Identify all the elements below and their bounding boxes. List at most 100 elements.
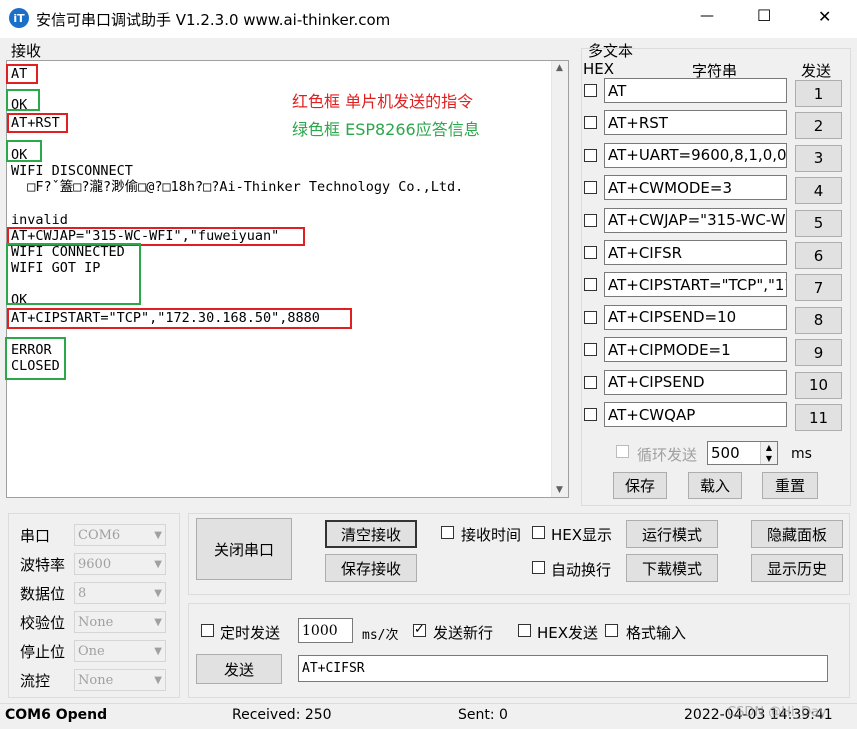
multi-row-text: AT+CIPMODE=1	[608, 340, 731, 359]
multi-row-send-button[interactable]: 7	[795, 274, 842, 302]
multi-row-hex-checkbox[interactable]	[584, 84, 597, 97]
save-multi-button[interactable]: 保存	[613, 472, 667, 499]
parity-label: 校验位	[20, 614, 66, 632]
multi-row-send-button[interactable]: 4	[795, 177, 842, 205]
multi-row-hex-checkbox[interactable]	[584, 148, 597, 162]
multi-row-send-button[interactable]: 10	[795, 371, 842, 399]
timed-send-label: 定时发送	[220, 624, 281, 642]
multi-row-hex-checkbox[interactable]	[584, 213, 597, 227]
multi-row-send-button[interactable]: 6	[795, 242, 842, 269]
multi-row-hex-checkbox[interactable]	[584, 278, 597, 292]
interval-unit-label: ms/次	[362, 628, 399, 643]
multi-row-send-button[interactable]: 2	[795, 112, 842, 140]
multi-row-send-button[interactable]: 8	[795, 306, 842, 334]
multi-row-hex-checkbox[interactable]	[584, 181, 597, 195]
maximize-button[interactable]: ☐	[757, 6, 771, 25]
multi-row-input[interactable]: AT+UART=9600,8,1,0,0	[604, 142, 787, 168]
multi-row-input[interactable]: AT	[604, 78, 787, 103]
baud-value: 9600	[78, 556, 112, 572]
multi-row-input[interactable]: AT+CIPSTART="TCP","172	[604, 272, 787, 298]
annotation-green-box	[6, 89, 40, 111]
multi-row-input[interactable]: AT+CIFSR	[604, 240, 787, 265]
stop-bits-value: One	[78, 643, 105, 659]
data-bits-select[interactable]: 8 ▼	[74, 582, 166, 604]
multi-row-hex-checkbox[interactable]	[584, 116, 597, 130]
annotation-green-box	[6, 243, 141, 305]
close-port-button[interactable]: 关闭串口	[196, 518, 292, 580]
loop-spinner[interactable]: ▲ ▼	[760, 442, 777, 464]
run-mode-button[interactable]: 运行模式	[626, 520, 718, 548]
multi-row-send-button[interactable]: 3	[795, 144, 842, 172]
hex-send-checkbox[interactable]	[518, 624, 531, 637]
spinner-down-icon[interactable]: ▼	[761, 453, 777, 464]
multi-row-input[interactable]: AT+CWQAP	[604, 402, 787, 427]
timed-send-checkbox[interactable]	[201, 624, 214, 637]
save-receive-button[interactable]: 保存接收	[325, 554, 417, 582]
multi-row-hex-checkbox[interactable]	[584, 375, 597, 389]
receive-label: 接收	[11, 42, 42, 60]
multi-row-text: AT+CIPSTART="TCP","172	[608, 275, 787, 294]
multi-row-hex-checkbox[interactable]	[584, 246, 597, 259]
load-multi-button[interactable]: 载入	[688, 472, 742, 499]
multi-row-hex-checkbox[interactable]	[584, 408, 597, 421]
port-select[interactable]: COM6 ▼	[74, 524, 166, 546]
send-text-input[interactable]: AT+CIFSR	[298, 655, 828, 682]
loop-send-label: 循环发送	[637, 446, 698, 464]
send-group	[188, 603, 850, 698]
multi-row-send-button[interactable]: 1	[795, 80, 842, 107]
send-interval-value: 1000	[302, 622, 338, 639]
baud-select[interactable]: 9600 ▼	[74, 553, 166, 575]
send-interval-input[interactable]: 1000	[298, 618, 353, 643]
annotation-green-box	[6, 140, 42, 162]
multi-row-input[interactable]: AT+CIPMODE=1	[604, 337, 787, 363]
status-received: Received: 250	[232, 707, 332, 723]
hex-show-checkbox[interactable]	[532, 526, 545, 539]
format-input-checkbox[interactable]	[605, 624, 618, 637]
stop-bits-label: 停止位	[20, 643, 66, 661]
clear-receive-button[interactable]: 清空接收	[325, 520, 417, 548]
parity-select[interactable]: None ▼	[74, 611, 166, 633]
annotation-green-box	[5, 337, 66, 380]
close-button[interactable]: ✕	[818, 7, 831, 26]
scroll-up-icon[interactable]: ▲	[556, 63, 563, 73]
receive-scrollbar[interactable]: ▲ ▼	[551, 61, 568, 497]
baud-label: 波特率	[20, 556, 66, 574]
multi-row-input[interactable]: AT+CWMODE=3	[604, 175, 787, 201]
download-mode-button[interactable]: 下载模式	[626, 554, 718, 582]
receive-line: WIFI DISCONNECT	[11, 163, 133, 179]
multi-row-text: AT+CIPSEND=10	[608, 308, 737, 327]
chevron-down-icon: ▼	[154, 559, 162, 570]
auto-wrap-checkbox[interactable]	[532, 561, 545, 574]
show-history-button[interactable]: 显示历史	[751, 554, 843, 582]
reset-multi-button[interactable]: 重置	[762, 472, 818, 499]
multi-row-send-button[interactable]: 11	[795, 404, 842, 431]
send-newline-checkbox[interactable]	[413, 622, 426, 637]
annotation-red-box	[6, 64, 38, 84]
scroll-down-icon[interactable]: ▼	[556, 485, 563, 495]
chevron-down-icon: ▼	[154, 588, 162, 599]
send-newline-label: 发送新行	[433, 624, 494, 642]
send-header: 发送	[801, 62, 832, 80]
flow-control-select[interactable]: None ▼	[74, 669, 166, 691]
spinner-up-icon[interactable]: ▲	[761, 442, 777, 453]
receive-time-checkbox[interactable]	[441, 526, 454, 539]
data-bits-label: 数据位	[20, 585, 66, 603]
multi-row-input[interactable]: AT+RST	[604, 110, 787, 136]
multi-row-send-button[interactable]: 5	[795, 209, 842, 237]
stop-bits-select[interactable]: One ▼	[74, 640, 166, 662]
receive-time-label: 接收时间	[461, 526, 522, 544]
loop-send-checkbox[interactable]	[616, 445, 629, 458]
minimize-button[interactable]: —	[700, 8, 714, 24]
multi-row-hex-checkbox[interactable]	[584, 310, 597, 324]
send-button[interactable]: 发送	[196, 654, 282, 684]
format-input-label: 格式输入	[626, 624, 687, 642]
multi-row-hex-checkbox[interactable]	[584, 343, 597, 357]
receive-line: invalid	[11, 212, 68, 228]
multi-row-input[interactable]: AT+CWJAP="315-WC-WFI"	[604, 207, 787, 233]
ms-label: ms	[791, 446, 812, 462]
multi-row-input[interactable]: AT+CIPSEND	[604, 369, 787, 395]
hide-panel-button[interactable]: 隐藏面板	[751, 520, 843, 548]
multi-row-input[interactable]: AT+CIPSEND=10	[604, 304, 787, 330]
status-port: COM6 Opend	[5, 707, 108, 723]
multi-row-send-button[interactable]: 9	[795, 339, 842, 367]
